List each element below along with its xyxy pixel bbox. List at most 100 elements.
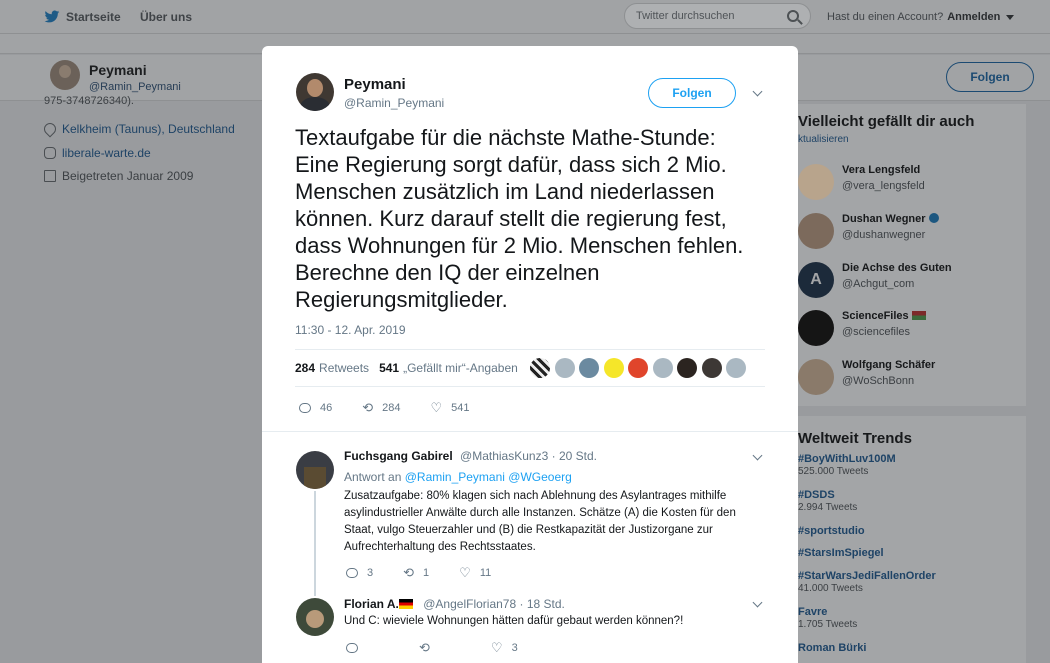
user-handle: @Achgut_com xyxy=(842,278,915,290)
retweet-button[interactable]: ⟲ 1 xyxy=(403,565,429,580)
retweet-button[interactable]: ⟲ 284 xyxy=(362,401,400,414)
divider xyxy=(295,386,765,387)
about-label: Über uns xyxy=(140,10,193,24)
trend-item[interactable]: #BoyWithLuv100M 525.000 Tweets xyxy=(798,453,896,477)
reply-to-line: Antwort an @Ramin_Peymani @WGeoerg xyxy=(344,470,572,484)
retweet-button[interactable]: ⟲ xyxy=(419,641,439,654)
home-nav-item[interactable]: Startseite xyxy=(44,0,121,34)
tweet-modal: Peymani @Ramin_Peymani Folgen Textaufgab… xyxy=(262,46,798,663)
thread-line xyxy=(314,491,316,596)
reply-author-name-text: Florian A. xyxy=(344,597,399,611)
user-name: Vera Lengsfeld xyxy=(842,164,921,176)
trend-item[interactable]: #StarWarsJediFallenOrder 41.000 Tweets xyxy=(798,570,936,594)
like-button[interactable]: ♡ 11 xyxy=(459,565,491,580)
trend-item[interactable]: #StarsImSpiegel xyxy=(798,547,884,559)
recommended-user[interactable]: Dushan Wegner @dushanwegner xyxy=(798,213,939,253)
location-text[interactable]: Kelkheim (Taunus), Deutschland xyxy=(62,122,235,136)
wales-flag-icon xyxy=(911,311,926,320)
search-placeholder: Twitter durchsuchen xyxy=(636,10,735,22)
user-name-text: ScienceFiles xyxy=(842,310,909,322)
recommended-user[interactable]: ScienceFiles @sciencefiles xyxy=(798,310,926,350)
profile-follow-button[interactable]: Folgen xyxy=(946,62,1034,92)
reply-count: 46 xyxy=(320,402,333,414)
profile-bio-cut: 975-3748726340). xyxy=(44,95,134,107)
liker-avatar[interactable] xyxy=(554,358,575,378)
account-menu[interactable]: Hast du einen Account? Anmelden xyxy=(827,0,1015,34)
tweet-timestamp[interactable]: 11:30 - 12. Apr. 2019 xyxy=(295,323,406,337)
refresh-link[interactable]: ktualisieren xyxy=(798,134,849,145)
profile-name[interactable]: Peymani xyxy=(89,62,147,78)
liker-avatar[interactable] xyxy=(701,358,722,378)
chevron-down-icon[interactable] xyxy=(752,450,763,461)
retweet-icon: ⟲ xyxy=(403,565,415,580)
likes-label[interactable]: „Gefällt mir“-Angaben xyxy=(403,361,518,375)
reply-button[interactable] xyxy=(346,643,367,653)
avatar xyxy=(798,213,834,249)
german-flag-icon xyxy=(398,599,413,609)
chevron-down-icon[interactable] xyxy=(752,597,763,608)
trend-item[interactable]: Favre 1.705 Tweets xyxy=(798,606,857,630)
recommended-user[interactable]: A Die Achse des Guten @Achgut_com xyxy=(798,262,952,302)
reply-author-name[interactable]: Fuchsgang Gabirel xyxy=(344,449,453,463)
reply-author-handle[interactable]: @AngelFlorian78 xyxy=(423,597,516,611)
recommended-user[interactable]: Vera Lengsfeld @vera_lengsfeld xyxy=(798,164,925,204)
link-icon xyxy=(44,147,56,159)
trend-count: 2.994 Tweets xyxy=(798,502,858,513)
heart-icon: ♡ xyxy=(490,640,503,655)
recommended-user[interactable]: Wolfgang Schäfer @WoSchBonn xyxy=(798,359,935,399)
achgut-logo-icon: A xyxy=(798,262,834,298)
search-icon[interactable] xyxy=(787,10,799,22)
liker-avatar[interactable] xyxy=(726,358,746,378)
liker-avatar[interactable] xyxy=(603,358,624,378)
reply-button[interactable]: 3 xyxy=(346,567,373,579)
avatar-detail xyxy=(304,467,326,489)
avatar xyxy=(798,359,834,395)
trend-name: Favre xyxy=(798,606,828,618)
reply-button[interactable]: 46 xyxy=(299,402,332,414)
website-link[interactable]: liberale-warte.de xyxy=(62,146,151,160)
like-button[interactable]: ♡ 3 xyxy=(490,640,518,655)
follow-button[interactable]: Folgen xyxy=(648,78,736,108)
liker-avatar[interactable] xyxy=(530,358,550,378)
profile-avatar[interactable] xyxy=(50,60,80,90)
author-name[interactable]: Peymani xyxy=(344,76,406,93)
about-nav-item[interactable]: Über uns xyxy=(140,0,192,34)
reply-author-handle[interactable]: @MathiasKunz3 xyxy=(460,449,548,463)
user-name: Wolfgang Schäfer xyxy=(842,359,936,371)
profile-handle[interactable]: @Ramin_Peymani xyxy=(89,81,181,93)
like-count[interactable]: 541 xyxy=(379,361,399,375)
trend-item[interactable]: #DSDS 2.994 Tweets xyxy=(798,489,857,513)
reply-mentions[interactable]: @Ramin_Peymani @WGeoerg xyxy=(405,470,572,484)
search-input[interactable]: Twitter durchsuchen xyxy=(624,3,811,29)
trend-name: #StarWarsJediFallenOrder xyxy=(798,570,936,582)
verified-badge-icon xyxy=(928,213,939,223)
reply-avatar[interactable] xyxy=(296,598,334,636)
chevron-down-icon[interactable] xyxy=(752,86,763,97)
liker-avatar[interactable] xyxy=(677,358,697,378)
login-link[interactable]: Anmelden xyxy=(947,11,1000,23)
reply-time[interactable]: · 20 Std. xyxy=(552,449,597,463)
reply-actions: ⟲ ♡ 3 xyxy=(346,640,548,655)
liker-avatar[interactable] xyxy=(652,358,673,378)
reply-icon xyxy=(299,403,311,413)
author-avatar[interactable] xyxy=(296,73,334,111)
reply-icon xyxy=(346,568,358,578)
liker-avatar[interactable] xyxy=(579,358,599,378)
heart-icon: ♡ xyxy=(459,565,471,580)
avatar xyxy=(798,164,834,200)
reply-time[interactable]: · 18 Std. xyxy=(519,597,564,611)
author-handle[interactable]: @Ramin_Peymani xyxy=(344,96,444,110)
trend-name: #sportstudio xyxy=(798,525,865,537)
like-count: 3 xyxy=(511,642,518,654)
reply-author-name[interactable]: Florian A. xyxy=(344,597,416,611)
profile-joined: Beigetreten Januar 2009 xyxy=(44,169,193,183)
trend-item[interactable]: #sportstudio xyxy=(798,525,865,537)
like-button[interactable]: ♡ 541 xyxy=(431,401,470,414)
retweets-label[interactable]: Retweets xyxy=(319,361,369,375)
avatar-face xyxy=(306,610,324,628)
trend-item[interactable]: Roman Bürki xyxy=(798,642,866,654)
reply-avatar[interactable] xyxy=(296,451,334,489)
retweet-count[interactable]: 284 xyxy=(295,361,315,375)
user-name-text: Dushan Wegner xyxy=(842,213,926,225)
liker-avatar[interactable] xyxy=(628,358,648,378)
